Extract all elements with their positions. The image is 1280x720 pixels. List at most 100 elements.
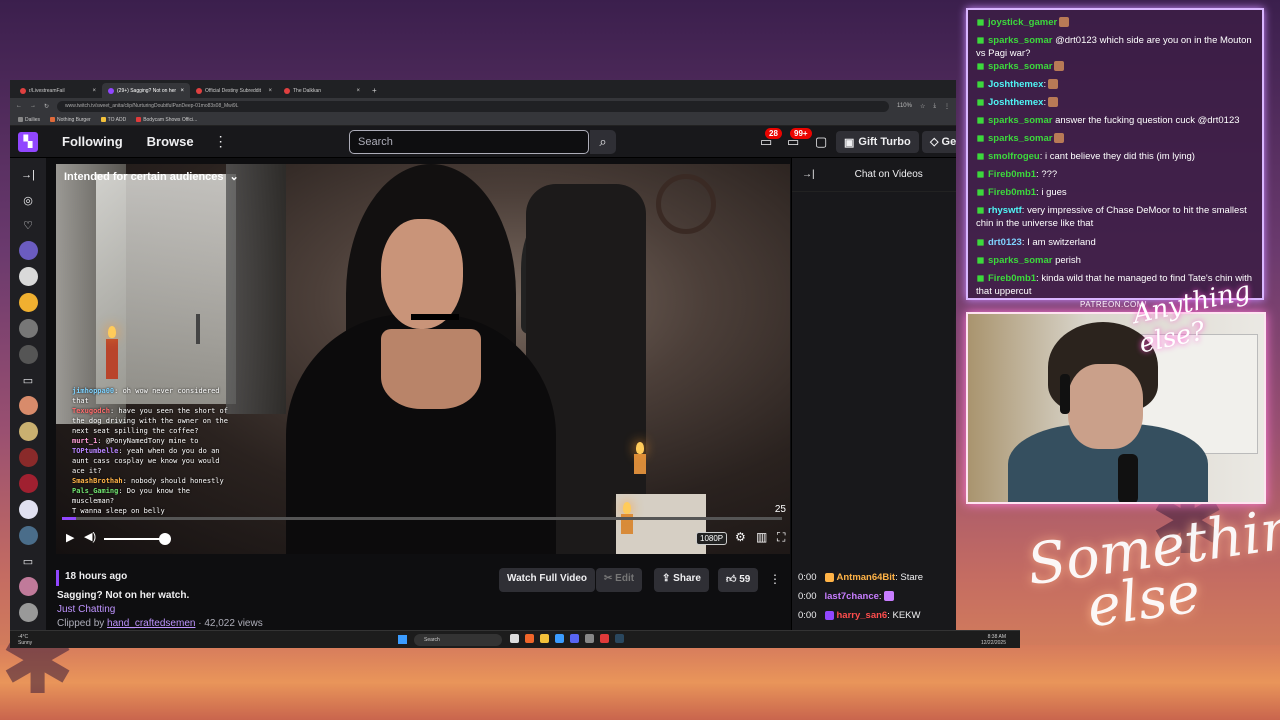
watch-full-video-button[interactable]: Watch Full Video bbox=[499, 568, 596, 592]
app-icon[interactable] bbox=[510, 634, 519, 643]
reload-icon[interactable]: ↻ bbox=[44, 103, 49, 110]
channel-avatar[interactable] bbox=[18, 526, 38, 545]
bookmark-item[interactable]: Dailies bbox=[18, 117, 40, 123]
download-icon[interactable]: ⤓ bbox=[933, 103, 936, 110]
channel-avatar[interactable] bbox=[18, 241, 38, 260]
more-options-icon[interactable]: ⋮ bbox=[769, 572, 781, 586]
menu-icon[interactable]: ⋮ bbox=[944, 103, 950, 110]
video-icon[interactable]: ▭ bbox=[23, 371, 33, 389]
tab-dalkkan[interactable]: The Dalkkan × bbox=[278, 83, 366, 98]
app-icon[interactable] bbox=[615, 634, 624, 643]
close-icon[interactable]: × bbox=[268, 88, 272, 94]
heart-icon[interactable]: ♡ bbox=[23, 216, 33, 234]
channel-avatar[interactable] bbox=[18, 396, 38, 415]
play-icon[interactable]: ▶ bbox=[66, 531, 74, 544]
whisper-icon[interactable]: ▢ bbox=[815, 134, 827, 150]
channel-avatar[interactable] bbox=[18, 293, 38, 312]
more-icon[interactable]: ⋮ bbox=[214, 133, 228, 150]
channel-avatar[interactable] bbox=[18, 422, 38, 441]
flame bbox=[108, 326, 116, 338]
chat-username[interactable]: sparks_somar bbox=[988, 133, 1052, 144]
forward-icon[interactable]: → bbox=[30, 103, 36, 109]
share-button[interactable]: ⇪ Share bbox=[654, 568, 709, 592]
windows-start-icon[interactable] bbox=[398, 635, 407, 644]
clipper-link[interactable]: hand_craftedsemen bbox=[107, 618, 195, 629]
chat-username[interactable]: joystick_gamer bbox=[988, 17, 1057, 28]
star-icon[interactable]: ☆ bbox=[920, 103, 925, 110]
collapse-icon[interactable]: →| bbox=[802, 169, 815, 180]
chat-message: rhyswtf: very impressive of Chase DeMoor… bbox=[976, 204, 1258, 230]
progress-bar[interactable] bbox=[62, 517, 782, 520]
get-bits-button[interactable]: ◇ Get Bits bbox=[922, 131, 956, 153]
badge-icon bbox=[974, 34, 987, 47]
video-icon[interactable]: ▭ bbox=[23, 552, 33, 570]
fullscreen-icon[interactable]: ⛶ bbox=[777, 530, 785, 545]
theater-icon[interactable]: ▥ bbox=[756, 530, 767, 544]
tab-destiny-subreddit[interactable]: Official Destiny Subreddit × bbox=[190, 83, 278, 98]
settings-icon[interactable]: ⚙ bbox=[735, 530, 746, 544]
close-icon[interactable]: × bbox=[356, 88, 360, 94]
target-icon[interactable]: ◎ bbox=[23, 191, 33, 209]
channel-avatar[interactable] bbox=[18, 345, 38, 364]
chat-text: : @PonyNamedTony mine to bbox=[97, 437, 199, 445]
url-input[interactable]: www.twitch.tv/sweet_anita/clip/Nurturing… bbox=[57, 100, 890, 112]
zoom-level[interactable]: 110% bbox=[897, 103, 912, 109]
channel-avatar[interactable] bbox=[18, 603, 38, 622]
new-tab-button[interactable]: + bbox=[366, 86, 383, 98]
weather-widget[interactable]: -4°C Sunny bbox=[18, 634, 32, 646]
app-icon[interactable] bbox=[555, 634, 564, 643]
app-icon[interactable] bbox=[600, 634, 609, 643]
volume-knob[interactable] bbox=[159, 533, 171, 545]
bookmark-item[interactable]: Nothing Burger bbox=[50, 117, 91, 123]
chat-username[interactable]: sparks_somar bbox=[988, 35, 1052, 46]
chat-username[interactable]: Fireb0mb1 bbox=[988, 273, 1036, 284]
chat-message: sparks_somar answer the fucking question… bbox=[976, 114, 1258, 127]
nav-following[interactable]: Following bbox=[62, 134, 123, 149]
chat-username[interactable]: smolfrogeu bbox=[988, 151, 1040, 162]
chat-username[interactable]: sparks_somar bbox=[988, 61, 1052, 72]
folder-icon[interactable] bbox=[540, 634, 549, 643]
channel-avatar[interactable] bbox=[18, 319, 38, 338]
taskbar-search[interactable]: Search bbox=[414, 634, 502, 646]
channel-avatar[interactable] bbox=[18, 267, 38, 286]
clock[interactable]: 8:38 AM 12/22/2025 bbox=[981, 634, 1006, 646]
back-icon[interactable]: ← bbox=[16, 103, 22, 109]
chat-username[interactable]: Joshthemex bbox=[988, 79, 1043, 90]
volume-icon[interactable]: ◀) bbox=[84, 530, 96, 543]
channel-avatar[interactable] bbox=[18, 448, 38, 467]
gift-turbo-button[interactable]: ▣ Gift Turbo bbox=[836, 131, 919, 153]
badge-icon bbox=[974, 114, 987, 127]
audience-warning[interactable]: Intended for certain audiences ⌄ bbox=[64, 170, 239, 184]
app-icon[interactable] bbox=[525, 634, 534, 643]
expand-icon[interactable]: →| bbox=[21, 166, 35, 184]
tab-livestreamfail[interactable]: r/LivestreamFail × bbox=[14, 83, 102, 98]
streamer-figure bbox=[286, 164, 556, 554]
chat-username[interactable]: rhyswtf bbox=[988, 205, 1022, 216]
bookmark-item[interactable]: TO ADD bbox=[100, 117, 126, 123]
video-player[interactable]: Intended for certain audiences ⌄ jimhoppa… bbox=[56, 164, 790, 554]
chat-username[interactable]: sparks_somar bbox=[988, 255, 1052, 266]
close-icon[interactable]: × bbox=[92, 88, 96, 94]
category-link[interactable]: Just Chatting bbox=[57, 604, 115, 615]
edit-button[interactable]: ✂ Edit bbox=[596, 568, 643, 592]
channel-avatar[interactable] bbox=[18, 577, 38, 596]
like-button[interactable]: 👍︎ 59 bbox=[718, 568, 759, 592]
app-icon[interactable] bbox=[585, 634, 594, 643]
tab-clip[interactable]: (29+) Sagging? Not on her × bbox=[102, 83, 190, 98]
search-input[interactable]: Search bbox=[349, 130, 589, 154]
bookmark-item[interactable]: Bodycam Shows Offici... bbox=[136, 117, 197, 123]
volume-slider[interactable] bbox=[104, 538, 164, 540]
channel-avatar[interactable] bbox=[18, 474, 38, 493]
chat-username[interactable]: drt0123 bbox=[988, 237, 1022, 248]
channel-avatar[interactable] bbox=[18, 500, 38, 519]
chat-username[interactable]: Joshthemex bbox=[988, 97, 1043, 108]
chat-username[interactable]: sparks_somar bbox=[988, 115, 1052, 126]
close-icon[interactable]: × bbox=[180, 88, 184, 94]
search-icon[interactable]: ⌕ bbox=[590, 130, 616, 154]
chat-username[interactable]: Fireb0mb1 bbox=[988, 169, 1036, 180]
chat-username: Pals_Gaming bbox=[72, 487, 119, 495]
app-icon[interactable] bbox=[570, 634, 579, 643]
nav-browse[interactable]: Browse bbox=[147, 134, 194, 149]
twitch-logo-icon[interactable]: ▚ bbox=[18, 131, 38, 152]
chat-username[interactable]: Fireb0mb1 bbox=[988, 187, 1036, 198]
